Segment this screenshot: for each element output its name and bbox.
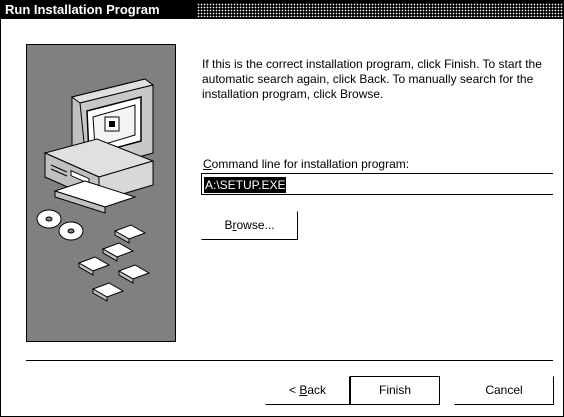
command-line-label: Command line for installation program: [203, 157, 410, 171]
setup-illustration [26, 44, 176, 342]
run-installation-dialog: Run Installation Program If this is the … [0, 0, 564, 417]
command-line-value[interactable]: A:\SETUP.EXE [204, 177, 287, 193]
title-bar-pattern [197, 3, 563, 17]
window-title: Run Installation Program [5, 2, 160, 17]
cancel-button[interactable]: Cancel [454, 376, 554, 405]
browse-button[interactable]: Browse... [201, 211, 298, 240]
back-button[interactable]: < Back [265, 376, 350, 405]
separator-line [26, 360, 553, 361]
title-bar[interactable]: Run Installation Program [1, 1, 563, 19]
finish-button[interactable]: Finish [350, 376, 440, 405]
command-line-input[interactable]: A:\SETUP.EXE [201, 173, 553, 195]
instructions-text: If this is the correct installation prog… [202, 57, 542, 101]
computer-with-disks-icon [36, 78, 155, 302]
